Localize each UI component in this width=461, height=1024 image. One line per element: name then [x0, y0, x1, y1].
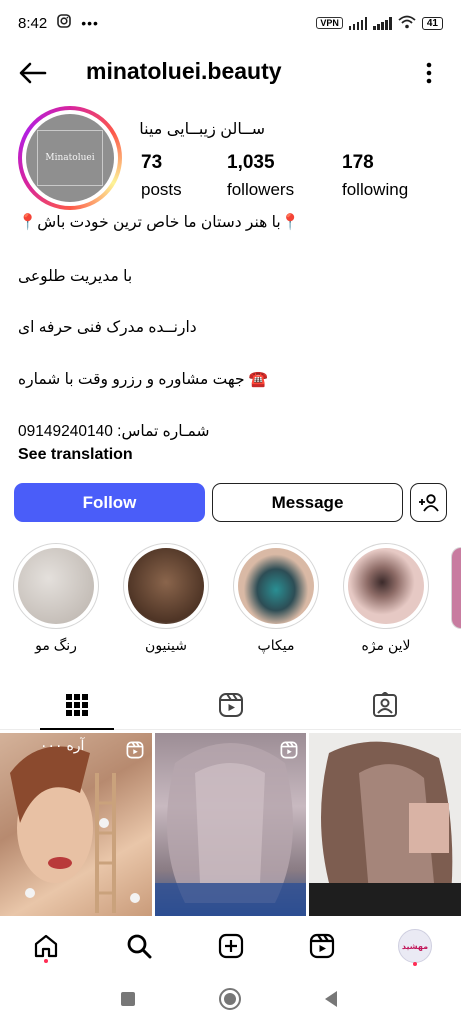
followers-count: 1,035 — [227, 152, 275, 173]
highlight-item[interactable]: میکاپ — [231, 543, 321, 654]
page-title: minatoluei.beauty — [86, 58, 282, 84]
vpn-badge: VPN — [316, 17, 343, 29]
nav-reels[interactable] — [302, 926, 342, 966]
posts-label: posts — [141, 180, 182, 199]
followers-label: followers — [227, 180, 295, 199]
post-caption: آره ٠٠٠ — [40, 737, 85, 753]
back-button[interactable] — [18, 58, 48, 88]
following-label: following — [342, 180, 409, 199]
reels-icon — [309, 933, 335, 959]
system-back-button[interactable] — [317, 985, 345, 1013]
highlight-image — [238, 548, 314, 624]
nav-search[interactable] — [119, 926, 159, 966]
instagram-icon — [57, 14, 72, 32]
back-arrow-icon — [19, 62, 47, 84]
logo-text: Minatoluei — [45, 153, 95, 163]
highlight-item[interactable]: لاین مژه — [341, 543, 431, 654]
profile-avatar-text: مهشید — [401, 941, 429, 951]
posts-count: 73 — [141, 152, 163, 173]
followers-stat[interactable]: 1,035 followers — [227, 152, 294, 200]
recents-button[interactable] — [114, 985, 142, 1013]
highlight-label: میکاپ — [257, 637, 295, 653]
see-translation-link[interactable]: See translation — [18, 446, 133, 464]
reels-badge-icon — [280, 741, 298, 759]
new-post-icon — [218, 933, 244, 959]
suggested-users-button[interactable] — [410, 483, 447, 522]
bio-line: با مدیریت طلوعی — [18, 268, 133, 285]
avatar: Minatoluei — [26, 114, 114, 202]
grid-icon — [65, 694, 88, 716]
system-navigation — [0, 975, 461, 1024]
back-triangle-icon — [325, 991, 337, 1007]
reels-icon — [218, 693, 243, 717]
notification-dot — [413, 962, 417, 966]
following-count: 178 — [342, 152, 374, 173]
following-stat[interactable]: 178 following — [342, 152, 408, 200]
more-vertical-icon — [426, 62, 432, 84]
highlight-label: رنگ مو — [35, 637, 77, 653]
highlight-label: لاین مژه — [361, 637, 411, 653]
status-time: 8:42 — [18, 14, 48, 32]
post-thumbnail[interactable] — [309, 733, 461, 916]
bio-line: دارنــده مدرک فنی حرفه ای — [18, 319, 197, 336]
notification-dot — [44, 959, 48, 963]
bottom-navigation: مهشید — [0, 918, 461, 970]
post-thumbnail[interactable] — [154, 733, 307, 916]
add-user-icon — [418, 493, 439, 512]
post-thumbnail[interactable]: آره ٠٠٠ — [0, 733, 152, 916]
highlight-image — [348, 548, 424, 624]
tab-reels[interactable] — [154, 680, 307, 730]
tab-tagged[interactable] — [308, 680, 461, 730]
wifi-icon — [398, 15, 416, 32]
more-options-button[interactable] — [419, 58, 439, 88]
bio-phone: شمـاره تماس: 09149240140 — [18, 423, 210, 440]
tagged-icon — [372, 692, 397, 717]
more-dots-icon: ••• — [81, 15, 99, 31]
highlight-image — [128, 548, 204, 624]
highlight-label: شینیون — [145, 637, 187, 653]
nav-new-post[interactable] — [211, 926, 251, 966]
posts-stat[interactable]: 73 posts — [141, 152, 182, 200]
message-button[interactable]: Message — [212, 483, 403, 522]
highlight-item[interactable]: رنگ مو — [11, 543, 101, 654]
follow-button[interactable]: Follow — [14, 483, 205, 522]
post-image — [309, 741, 461, 916]
display-name: ســالن زیبــایی مینا — [139, 121, 265, 138]
home-circle-icon — [219, 988, 241, 1010]
signal-icon — [348, 16, 368, 30]
avatar: مهشید — [398, 929, 432, 963]
signal-icon — [373, 16, 392, 30]
battery-icon: 41 — [421, 16, 443, 30]
tab-posts[interactable] — [0, 680, 153, 730]
profile-header: minatoluei.beauty — [0, 50, 461, 96]
bio-line: 📍با هنر دستان ما خاص ترین خودت باش📍 — [18, 214, 300, 231]
brand-logo: Minatoluei — [37, 130, 103, 186]
active-tab-indicator — [40, 728, 114, 730]
search-icon — [127, 934, 152, 959]
highlight-image — [18, 548, 94, 624]
bio-line: ☎️ جهت مشاوره و رزرو وقت با شماره — [18, 371, 269, 388]
system-home-button[interactable] — [216, 985, 244, 1013]
recents-icon — [121, 992, 135, 1006]
highlight-item[interactable]: شینیون — [121, 543, 211, 654]
reels-badge-icon — [126, 741, 144, 759]
post-image — [10, 746, 140, 913]
nav-profile[interactable]: مهشید — [395, 926, 435, 966]
status-bar: 8:42 ••• VPN 41 — [0, 0, 461, 46]
posts-grid: آره ٠٠٠ — [0, 733, 461, 916]
profile-avatar-story[interactable]: Minatoluei — [18, 106, 122, 210]
home-icon — [34, 934, 58, 958]
highlight-item-partial[interactable] — [451, 547, 461, 629]
content-tabs — [0, 680, 461, 730]
post-image — [154, 743, 307, 916]
